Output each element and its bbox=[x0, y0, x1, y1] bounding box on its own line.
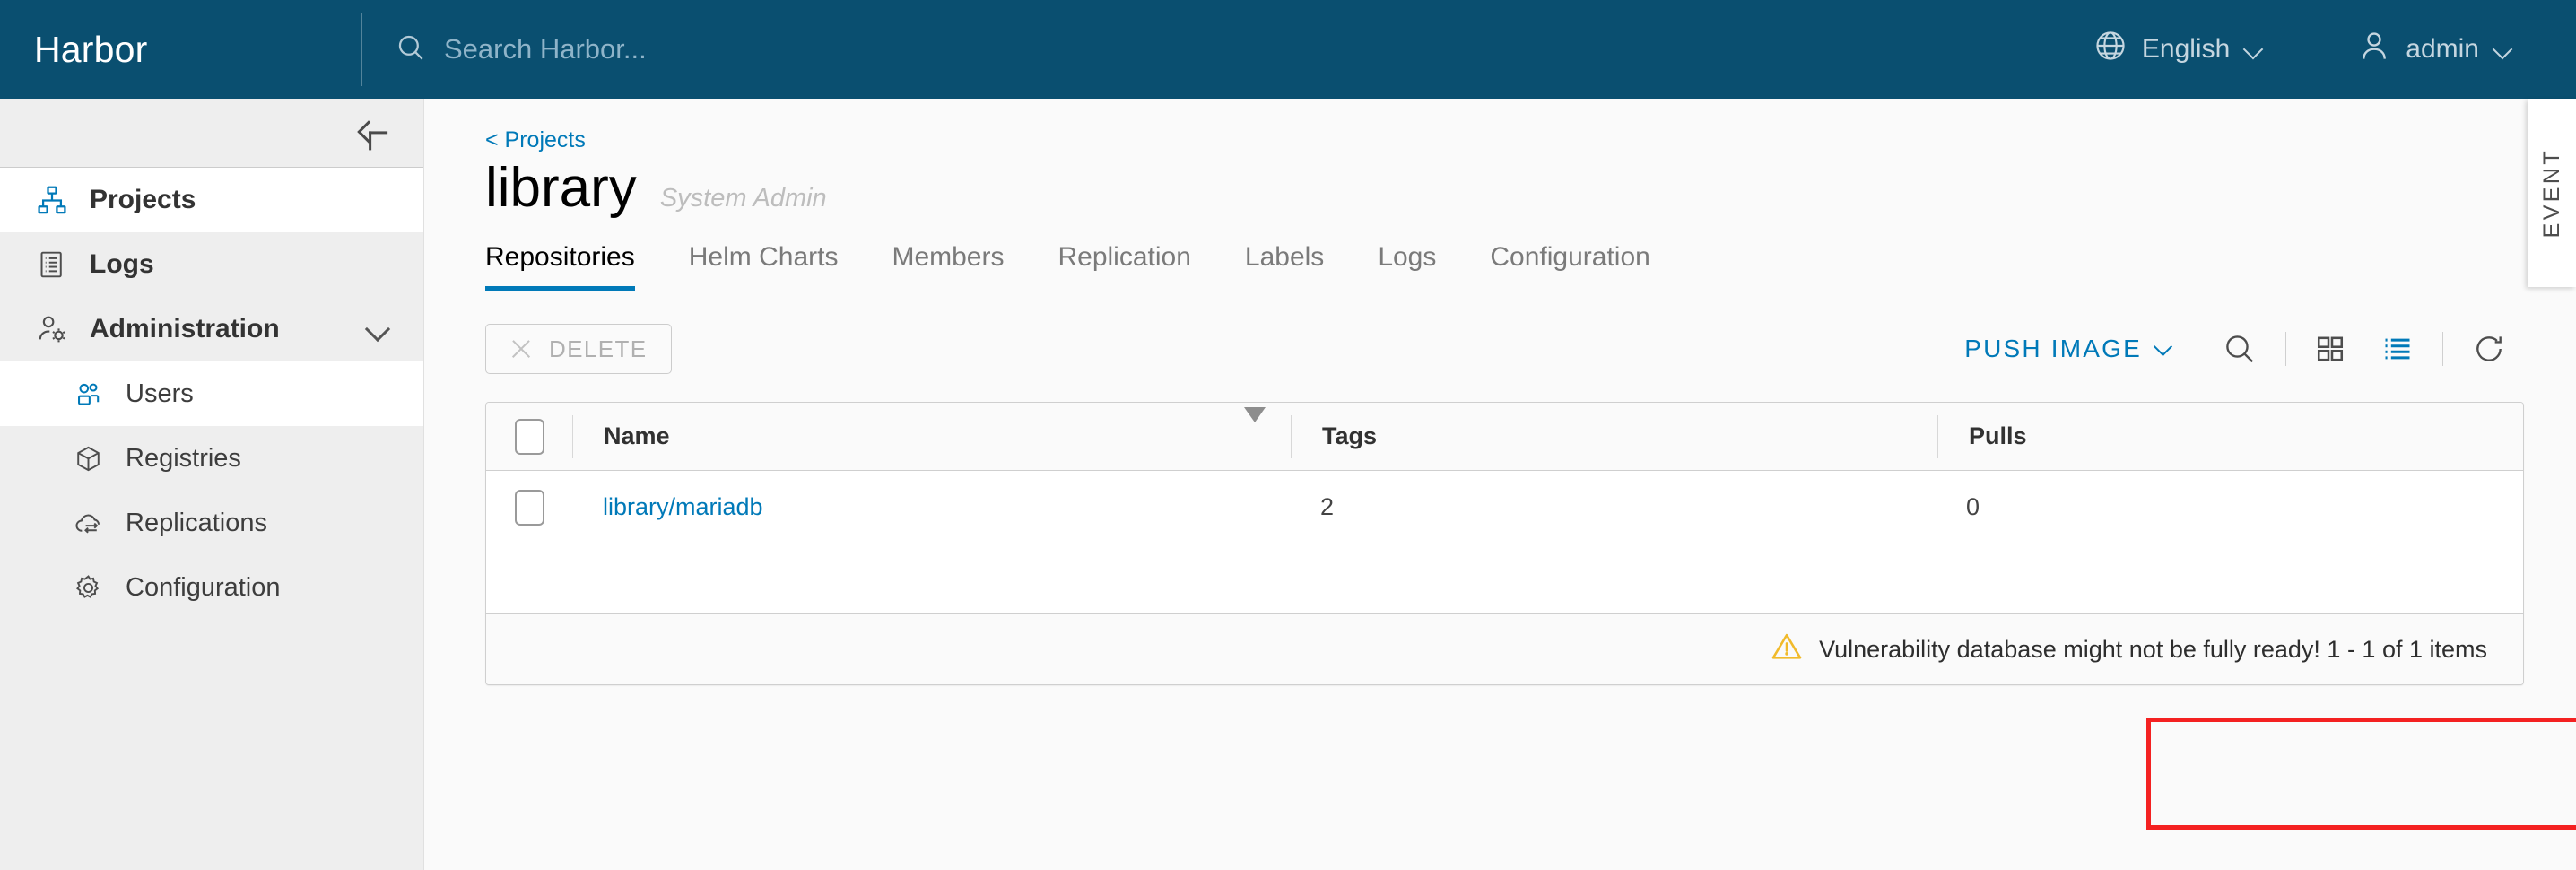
filter-icon[interactable] bbox=[1244, 407, 1266, 450]
app-body: Projects Logs Administration Users Regis… bbox=[0, 99, 2576, 870]
sidebar-item-users[interactable]: Users bbox=[0, 361, 423, 426]
main-content: < Projects library System Admin Reposito… bbox=[424, 99, 2576, 870]
harbor-app: Harbor E bbox=[0, 0, 2576, 870]
list-view-icon bbox=[2385, 338, 2410, 360]
repositories-table: Name Tags Pulls library/mariadb 2 0 Vuln… bbox=[485, 402, 2524, 686]
close-icon bbox=[509, 337, 533, 361]
delete-button[interactable]: DELETE bbox=[485, 324, 672, 375]
user-label: admin bbox=[2406, 34, 2479, 64]
toolbar-separator bbox=[2285, 332, 2286, 367]
warning-icon bbox=[1771, 631, 1803, 669]
sidebar: Projects Logs Administration Users Regis… bbox=[0, 99, 424, 870]
grid-view-icon bbox=[2317, 336, 2344, 361]
event-panel-label: EVENT bbox=[2538, 147, 2564, 239]
sidebar-item-projects[interactable]: Projects bbox=[0, 168, 423, 232]
app-brand[interactable]: Harbor bbox=[0, 0, 361, 99]
sidebar-subitem-label: Users bbox=[126, 378, 194, 408]
column-header-name[interactable]: Name bbox=[573, 407, 1291, 450]
select-all-cell[interactable] bbox=[486, 418, 572, 455]
sidebar-subitem-label: Configuration bbox=[126, 572, 281, 602]
annotation-highlight bbox=[2146, 718, 2576, 830]
chevron-down-icon bbox=[2493, 39, 2513, 59]
users-icon bbox=[74, 379, 113, 409]
project-header: library System Admin bbox=[485, 159, 2524, 217]
tab-replication[interactable]: Replication bbox=[1031, 239, 1217, 291]
tab-logs[interactable]: Logs bbox=[1351, 239, 1463, 291]
breadcrumb[interactable]: < Projects bbox=[485, 127, 586, 153]
sidebar-item-configuration[interactable]: Configuration bbox=[0, 555, 423, 620]
row-select-cell[interactable] bbox=[486, 489, 572, 526]
project-tabs: Repositories Helm Charts Members Replica… bbox=[485, 239, 2524, 291]
registries-icon bbox=[74, 444, 113, 474]
refresh-icon bbox=[2476, 336, 2502, 361]
toolbar-actions: PUSH IMAGE bbox=[1964, 332, 2524, 367]
column-header-label: Tags bbox=[1322, 422, 1378, 450]
search-icon bbox=[396, 32, 426, 67]
sidebar-item-label: Administration bbox=[90, 314, 280, 344]
tab-repositories[interactable]: Repositories bbox=[485, 239, 662, 291]
administration-icon bbox=[36, 313, 77, 345]
search-icon bbox=[2226, 335, 2254, 363]
chevron-down-icon bbox=[2244, 39, 2264, 59]
global-search[interactable] bbox=[396, 32, 946, 67]
language-selector[interactable]: English bbox=[2070, 0, 2287, 99]
tab-helm-charts[interactable]: Helm Charts bbox=[662, 239, 866, 291]
sidebar-item-logs[interactable]: Logs bbox=[0, 232, 423, 297]
globe-icon bbox=[2093, 29, 2128, 70]
table-spacer-row bbox=[486, 544, 2523, 615]
cell-name: library/mariadb bbox=[572, 493, 1290, 521]
repository-link[interactable]: library/mariadb bbox=[603, 493, 763, 521]
top-header: Harbor E bbox=[0, 0, 2576, 99]
sidebar-item-label: Logs bbox=[90, 249, 154, 279]
page-title: library bbox=[485, 157, 637, 219]
replications-icon bbox=[74, 508, 113, 538]
chevron-down-icon bbox=[366, 320, 391, 338]
sidebar-item-registries[interactable]: Registries bbox=[0, 426, 423, 491]
chevron-down-icon bbox=[2154, 340, 2174, 358]
list-view-button[interactable] bbox=[2363, 333, 2432, 365]
avatar-icon bbox=[2357, 29, 2391, 70]
table-search-button[interactable] bbox=[2205, 332, 2275, 366]
table-header-row: Name Tags Pulls bbox=[486, 403, 2523, 472]
cell-tags: 2 bbox=[1320, 493, 1335, 521]
double-chevron-left-icon bbox=[357, 117, 393, 148]
header-actions: English admin bbox=[2070, 0, 2576, 99]
sidebar-subitem-label: Registries bbox=[126, 443, 241, 473]
sidebar-item-label: Projects bbox=[90, 185, 196, 214]
project-role: System Admin bbox=[659, 184, 827, 213]
cell-pulls: 0 bbox=[1966, 493, 1980, 521]
select-all-checkbox[interactable] bbox=[514, 418, 544, 455]
projects-icon bbox=[36, 184, 77, 216]
sidebar-item-administration[interactable]: Administration bbox=[0, 297, 423, 361]
sidebar-collapse-button[interactable] bbox=[0, 99, 423, 168]
column-header-label: Name bbox=[604, 422, 670, 450]
repository-toolbar: DELETE PUSH IMAGE bbox=[485, 319, 2524, 378]
toolbar-separator bbox=[2442, 332, 2443, 367]
table-footer: Vulnerability database might not be full… bbox=[486, 614, 2523, 685]
tab-members[interactable]: Members bbox=[865, 239, 1031, 291]
language-label: English bbox=[2141, 34, 2231, 64]
event-panel-tab[interactable]: EVENT bbox=[2528, 99, 2576, 287]
tab-configuration[interactable]: Configuration bbox=[1463, 239, 1676, 291]
sidebar-subitem-label: Replications bbox=[126, 508, 267, 537]
user-menu[interactable]: admin bbox=[2334, 0, 2537, 99]
header-divider bbox=[361, 13, 362, 86]
column-header-label: Pulls bbox=[1969, 422, 2027, 450]
refresh-button[interactable] bbox=[2454, 332, 2524, 366]
row-checkbox[interactable] bbox=[514, 489, 544, 526]
push-image-label: PUSH IMAGE bbox=[1964, 335, 2142, 363]
footer-message-text: Vulnerability database might not be full… bbox=[1819, 635, 2487, 663]
delete-button-label: DELETE bbox=[549, 335, 648, 362]
column-header-tags[interactable]: Tags bbox=[1292, 422, 1937, 450]
grid-view-button[interactable] bbox=[2297, 334, 2363, 364]
gear-icon bbox=[74, 573, 113, 603]
search-input[interactable] bbox=[444, 33, 946, 65]
table-footer-message: Vulnerability database might not be full… bbox=[1771, 631, 2523, 669]
column-header-pulls[interactable]: Pulls bbox=[1938, 422, 2523, 450]
sidebar-item-replications[interactable]: Replications bbox=[0, 491, 423, 555]
tab-labels[interactable]: Labels bbox=[1218, 239, 1351, 291]
table-row[interactable]: library/mariadb 2 0 bbox=[486, 471, 2523, 545]
push-image-button[interactable]: PUSH IMAGE bbox=[1964, 335, 2174, 363]
logs-icon bbox=[36, 249, 77, 280]
